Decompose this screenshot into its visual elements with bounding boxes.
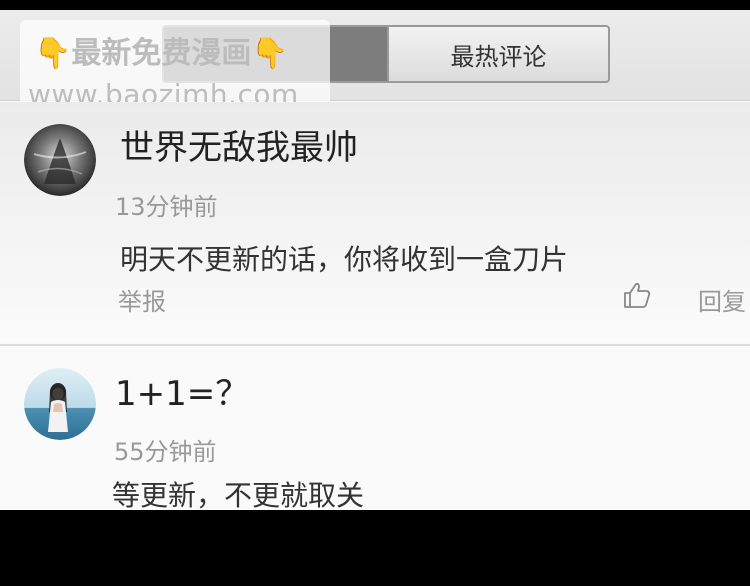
comment-time: 55分钟前 <box>114 438 217 466</box>
comment-username[interactable]: 世界无敌我最帅 <box>120 120 358 169</box>
comment-text: 明天不更新的话，你将收到一盒刀片 <box>120 243 569 276</box>
report-button[interactable]: 举报 <box>118 282 166 317</box>
comment-item: 世界无敌我最帅 13分钟前 明天不更新的话，你将收到一盒刀片 举报 回复 <box>0 102 750 342</box>
comment-time: 13分钟前 <box>115 193 218 221</box>
avatar[interactable] <box>24 368 96 440</box>
tab-hot-comments[interactable]: 最热评论 <box>387 25 610 83</box>
comment-username[interactable]: 1+1=？ <box>115 366 249 415</box>
comment-text: 等更新，不更就取关 <box>112 479 365 510</box>
watermark-text: 最新免费漫画 <box>71 36 252 71</box>
reply-button[interactable]: 回复 <box>698 282 746 317</box>
pointing-hand-icon: 👇 <box>34 36 72 71</box>
thumbs-up-icon[interactable] <box>622 280 652 310</box>
pointing-hand-icon: 👇 <box>251 36 289 71</box>
avatar[interactable] <box>24 124 96 196</box>
comments-screen: 最热评论 👇最新免费漫画👇 www.baozimh.com 世界无敌我最帅 13… <box>0 10 750 510</box>
comment-item: 1+1=？ 55分钟前 等更新，不更就取关 <box>0 344 750 510</box>
watermark-title: 👇最新免费漫画👇 <box>34 28 289 72</box>
